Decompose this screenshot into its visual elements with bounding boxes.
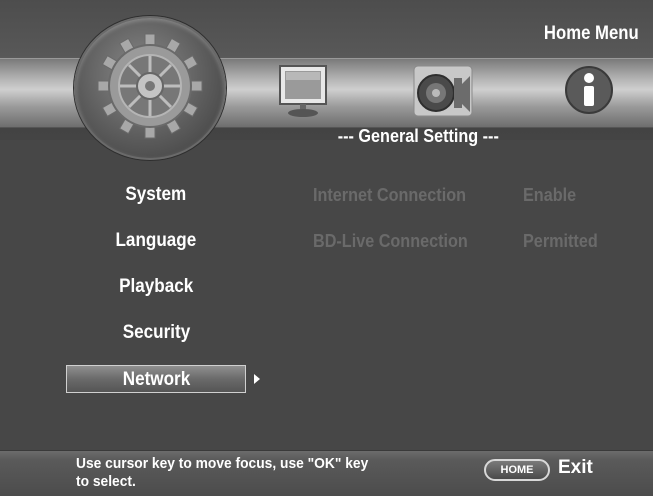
monitor-icon[interactable]	[276, 64, 334, 120]
info-icon[interactable]	[563, 64, 615, 116]
home-key-button[interactable]: HOME	[484, 459, 550, 481]
menu-item-label: Network	[122, 369, 190, 390]
speaker-icon[interactable]	[410, 62, 476, 122]
page-title: Home Menu	[544, 23, 639, 44]
exit-label: Exit	[558, 457, 593, 478]
menu-item-network[interactable]: Network	[66, 365, 246, 393]
setting-bd-live-connection-value[interactable]: Permitted	[523, 231, 598, 252]
menu-item-security[interactable]: Security	[66, 322, 246, 344]
submenu-arrow-icon	[254, 374, 260, 384]
menu-item-label: Language	[115, 230, 197, 251]
menu-item-label: Playback	[118, 276, 194, 297]
section-title: --- General Setting ---	[337, 126, 499, 146]
menu-item-playback[interactable]: Playback	[66, 276, 246, 298]
menu-item-label: Security	[122, 322, 190, 343]
setting-internet-connection-name[interactable]: Internet Connection	[313, 185, 466, 206]
menu-item-system[interactable]: System	[66, 184, 246, 206]
setting-internet-connection-value[interactable]: Enable	[523, 185, 576, 206]
menu-item-label: System	[125, 184, 187, 205]
setting-bd-live-connection-name[interactable]: BD-Live Connection	[313, 231, 468, 252]
help-hint: Use cursor key to move focus, use "OK" k…	[76, 455, 369, 490]
menu-item-language[interactable]: Language	[66, 230, 246, 252]
